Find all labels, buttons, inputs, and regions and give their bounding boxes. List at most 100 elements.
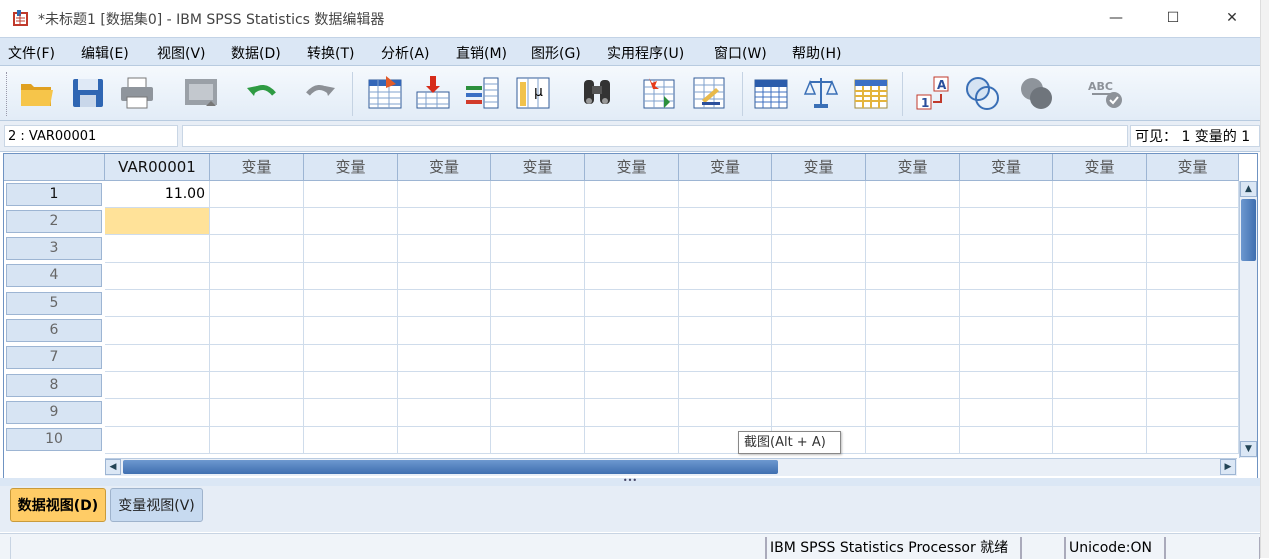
grid-cell[interactable] — [585, 208, 679, 235]
undo-icon[interactable] — [244, 74, 282, 112]
use-sets-icon[interactable] — [964, 74, 1002, 112]
grid-cell[interactable] — [679, 208, 772, 235]
grid-cell[interactable] — [304, 263, 398, 290]
toolbar-grip[interactable] — [6, 72, 10, 116]
grid-cell[interactable] — [1053, 317, 1147, 345]
grid-cell[interactable] — [210, 399, 304, 427]
grid-cell[interactable] — [585, 263, 679, 290]
row-header[interactable]: 8 — [6, 374, 102, 397]
grid-cell-r1-var00001[interactable]: 11.00 — [105, 181, 210, 208]
column-header-variable[interactable]: 变量 — [1147, 154, 1239, 181]
grid-cell[interactable] — [772, 372, 866, 399]
pane-splitter[interactable]: ••• — [0, 477, 1260, 486]
grid-cell[interactable] — [398, 372, 491, 399]
horizontal-scrollbar[interactable]: ◀ ▶ — [105, 458, 1237, 476]
row-header[interactable]: 5 — [6, 292, 102, 315]
grid-cell[interactable] — [210, 235, 304, 263]
grid-cell[interactable] — [679, 345, 772, 372]
grid-cell[interactable] — [210, 345, 304, 372]
column-header-variable[interactable]: 变量 — [398, 154, 491, 181]
column-header-variable[interactable]: 变量 — [304, 154, 398, 181]
menu-data[interactable]: 数据(D) — [231, 43, 281, 63]
grid-cell[interactable] — [585, 399, 679, 427]
grid-cell[interactable] — [679, 181, 772, 208]
grid-cell[interactable] — [960, 317, 1053, 345]
grid-cell[interactable] — [679, 372, 772, 399]
grid-cell[interactable] — [960, 345, 1053, 372]
grid-cell[interactable] — [679, 317, 772, 345]
menu-utilities[interactable]: 实用程序(U) — [607, 43, 684, 63]
grid-cell[interactable] — [1147, 290, 1239, 317]
grid-cell[interactable] — [960, 263, 1053, 290]
run-descriptive-icon[interactable]: μ — [514, 74, 552, 112]
vertical-scrollbar[interactable]: ▲ ▼ — [1239, 181, 1257, 458]
column-header-variable[interactable]: 变量 — [679, 154, 772, 181]
grid-cell[interactable] — [304, 235, 398, 263]
column-header-variable[interactable]: 变量 — [772, 154, 866, 181]
grid-cell[interactable] — [679, 399, 772, 427]
row-header[interactable]: 9 — [6, 401, 102, 424]
grid-cell[interactable] — [491, 427, 585, 454]
grid-cell[interactable] — [210, 372, 304, 399]
cell-reference-field[interactable]: 2 : VAR00001 — [4, 125, 178, 147]
show-all-variables-icon[interactable] — [1018, 74, 1056, 112]
grid-cell[interactable] — [491, 372, 585, 399]
grid-cell[interactable] — [866, 345, 960, 372]
grid-cell[interactable] — [772, 208, 866, 235]
vertical-scroll-thumb[interactable] — [1241, 199, 1256, 261]
maximize-button[interactable]: ☐ — [1153, 6, 1193, 30]
find-icon[interactable] — [578, 74, 616, 112]
scroll-left-arrow-icon[interactable]: ◀ — [105, 459, 121, 475]
grid-cell[interactable] — [491, 208, 585, 235]
grid-cell[interactable] — [866, 263, 960, 290]
grid-cell[interactable] — [772, 263, 866, 290]
grid-cell[interactable] — [304, 317, 398, 345]
grid-cell[interactable] — [866, 181, 960, 208]
grid-cell[interactable] — [1053, 263, 1147, 290]
grid-cell[interactable] — [491, 181, 585, 208]
grid-cell[interactable] — [105, 427, 210, 454]
grid-cell[interactable] — [960, 399, 1053, 427]
horizontal-scroll-thumb[interactable] — [123, 460, 778, 474]
grid-cell[interactable] — [398, 235, 491, 263]
redo-icon[interactable] — [300, 74, 338, 112]
scroll-up-arrow-icon[interactable]: ▲ — [1240, 181, 1257, 197]
select-cases-icon[interactable] — [852, 74, 890, 112]
grid-cell[interactable] — [1147, 263, 1239, 290]
grid-cell[interactable] — [960, 181, 1053, 208]
menu-edit[interactable]: 编辑(E) — [81, 43, 129, 63]
tab-variable-view[interactable]: 变量视图(V) — [110, 488, 203, 522]
grid-cell[interactable] — [491, 290, 585, 317]
goto-case-icon[interactable] — [366, 74, 404, 112]
column-header-variable[interactable]: 变量 — [491, 154, 585, 181]
column-header-variable[interactable]: 变量 — [585, 154, 679, 181]
grid-cell[interactable] — [398, 427, 491, 454]
grid-cell[interactable] — [210, 181, 304, 208]
grid-cell[interactable] — [398, 263, 491, 290]
grid-cell[interactable] — [679, 235, 772, 263]
grid-cell[interactable] — [304, 372, 398, 399]
grid-cell[interactable] — [585, 317, 679, 345]
spell-check-icon[interactable]: ABC — [1086, 74, 1124, 112]
grid-cell[interactable] — [491, 399, 585, 427]
grid-cell[interactable] — [585, 372, 679, 399]
grid-cell[interactable] — [960, 372, 1053, 399]
grid-cell[interactable] — [585, 290, 679, 317]
grid-cell[interactable] — [1053, 399, 1147, 427]
grid-cell[interactable] — [866, 290, 960, 317]
grid-cell[interactable] — [105, 399, 210, 427]
grid-cell[interactable] — [1053, 208, 1147, 235]
weight-cases-icon[interactable] — [802, 74, 840, 112]
grid-cell[interactable] — [585, 427, 679, 454]
cell-value-editor[interactable] — [182, 125, 1128, 147]
grid-cell[interactable] — [866, 208, 960, 235]
grid-cell[interactable] — [960, 208, 1053, 235]
row-header[interactable]: 2 — [6, 210, 102, 233]
grid-cell[interactable] — [585, 181, 679, 208]
grid-cell[interactable] — [304, 181, 398, 208]
column-header-variable[interactable]: 变量 — [1053, 154, 1147, 181]
row-header[interactable]: 10 — [6, 428, 102, 451]
insert-variable-icon[interactable] — [690, 74, 728, 112]
row-header[interactable]: 1 — [6, 183, 102, 206]
grid-cell[interactable] — [960, 290, 1053, 317]
